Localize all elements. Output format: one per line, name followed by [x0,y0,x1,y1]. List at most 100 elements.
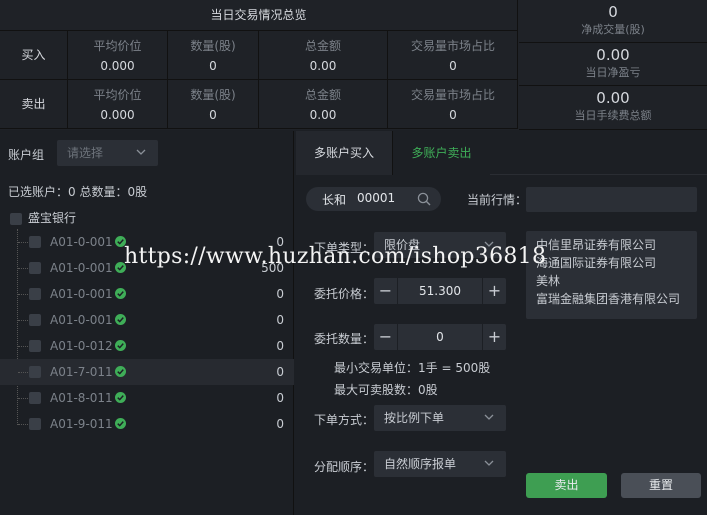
allocation-order-value: 自然顺序报单 [384,457,457,471]
price-stepper[interactable]: − 51.300 + [374,278,506,304]
tab-multi-sell[interactable]: 多账户卖出 [393,131,490,175]
col-avg-price: 平均价位 [93,39,142,53]
col-share: 交易量市场占比 [410,39,495,53]
col-quantity: 数量(股) [190,88,236,102]
price-plus-button[interactable]: + [482,278,506,304]
account-row[interactable]: A01-7-011 0 [0,359,294,385]
quantity-minus-button[interactable]: − [374,324,398,350]
account-checkbox[interactable] [29,314,41,326]
quantity-plus-button[interactable]: + [482,324,506,350]
price-label: 委托价格： [314,287,375,301]
account-name: A01-7-011 [50,365,113,379]
net-volume-label: 净成交量(股) [581,23,645,36]
buy-summary-row: 买入 平均价位 0.000 数量(股) 0 总金额 0.00 交易量市场占比 0 [0,31,518,80]
account-row[interactable]: A01-9-011 0 [0,411,294,437]
quantity-value[interactable]: 0 [398,324,482,350]
account-checkbox[interactable] [29,236,41,248]
root-label: 盛宝银行 [28,211,77,225]
broker-item[interactable]: 富瑞金融集团香港有限公司 [536,290,687,308]
account-name: A01-0-001 [50,235,113,249]
order-method-value: 按比例下单 [384,411,445,425]
order-tabs: 多账户买入 多账户卖出 [296,131,707,175]
broker-item[interactable]: 中信里昂证券有限公司 [536,236,687,254]
broker-list[interactable]: 中信里昂证券有限公司 海通国际证券有限公司 美林 富瑞金融集团香港有限公司 [526,231,697,319]
account-qty: 0 [276,391,284,405]
account-checkbox[interactable] [29,262,41,274]
account-row[interactable]: A01-8-011 0 [0,385,294,411]
sell-summary-row: 卖出 平均价位 0.000 数量(股) 0 总金额 0.00 交易量市场占比 0 [0,80,518,129]
net-pnl-value: 0.00 [596,46,630,64]
chevron-down-icon [136,149,146,155]
net-pnl-label: 当日净盈亏 [585,66,641,79]
order-panel: 多账户买入 多账户卖出 长和 00001 当前行情： 下单类型： 限价盘 委托价… [296,131,707,515]
net-pnl-stat: 0.00 当日净盈亏 [519,43,707,86]
account-row[interactable]: A01-0-001 0 [0,307,294,333]
check-circle-icon [115,314,126,325]
account-group-label: 账户组 [8,148,45,162]
max-sell-hint: 最大可卖股数：0股 [334,383,438,397]
tree-root[interactable]: 盛宝银行 [10,209,76,227]
account-name: A01-0-001 [50,261,113,275]
sell-quantity: 0 [209,108,217,122]
price-minus-button[interactable]: − [374,278,398,304]
tab-multi-buy[interactable]: 多账户买入 [296,131,393,175]
broker-item[interactable]: 海通国际证券有限公司 [536,254,687,272]
account-checkbox[interactable] [29,340,41,352]
broker-item[interactable]: 美林 [536,272,687,290]
sell-share: 0 [449,108,457,122]
account-qty: 0 [276,365,284,379]
selected-accounts-info: 已选账户：0 总数量：0股 [8,185,148,199]
allocation-order-label: 分配顺序： [314,460,375,474]
chevron-down-icon [484,414,494,420]
quantity-stepper[interactable]: − 0 + [374,324,506,350]
account-name: A01-0-001 [50,313,113,327]
root-checkbox[interactable] [10,212,22,225]
check-circle-icon [115,366,126,377]
chevron-down-icon [484,460,494,466]
account-checkbox[interactable] [29,392,41,404]
sell-button[interactable]: 卖出 [526,473,607,498]
sell-avg-price: 0.000 [100,108,135,122]
account-row[interactable]: A01-0-012 0 [0,333,294,359]
account-group-select[interactable]: 请选择 [57,140,158,166]
price-value[interactable]: 51.300 [398,278,482,304]
account-qty: 0 [276,287,284,301]
account-checkbox[interactable] [29,366,41,378]
account-panel: 账户组 请选择 已选账户：0 总数量：0股 盛宝银行 A01-0-001 0 A… [0,131,294,515]
min-unit-hint: 最小交易单位：1手 = 500股 [334,361,491,375]
fees-value: 0.00 [596,89,630,107]
col-amount: 总金额 [304,39,341,53]
account-qty: 0 [276,417,284,431]
order-method-select[interactable]: 按比例下单 [374,405,506,431]
quantity-label: 委托数量： [314,332,375,346]
account-name: A01-8-011 [50,391,113,405]
account-row[interactable]: A01-0-001 0 [0,281,294,307]
sell-amount: 0.00 [309,108,337,122]
summary-title: 当日交易情况总览 [0,0,518,31]
col-amount: 总金额 [304,88,341,102]
search-icon[interactable] [417,192,431,206]
reset-button[interactable]: 重置 [621,473,701,498]
stock-search-input[interactable]: 长和 00001 [306,187,441,211]
account-checkbox[interactable] [29,288,41,300]
col-share: 交易量市场占比 [410,88,495,102]
order-method-label: 下单方式： [314,413,375,427]
stock-code: 00001 [357,191,396,205]
check-circle-icon [115,340,126,351]
net-volume-stat: 0 净成交量(股) [519,0,707,43]
buy-quantity: 0 [209,59,217,73]
allocation-order-select[interactable]: 自然顺序报单 [374,451,506,477]
stock-name: 长和 [322,193,347,207]
account-qty: 0 [276,313,284,327]
col-quantity: 数量(股) [190,39,236,53]
buy-label: 买入 [0,31,68,80]
account-qty: 0 [276,339,284,353]
account-name: A01-0-012 [50,339,113,353]
check-circle-icon [115,392,126,403]
account-checkbox[interactable] [29,418,41,430]
account-name: A01-9-011 [50,417,113,431]
current-quote-field[interactable] [526,187,697,212]
watermark-text: https://www.huzhan.com/ishop36818 [124,244,547,269]
buy-share: 0 [449,59,457,73]
trade-summary: 当日交易情况总览 买入 平均价位 0.000 数量(股) 0 总金额 0.00 交易量… [0,0,707,130]
